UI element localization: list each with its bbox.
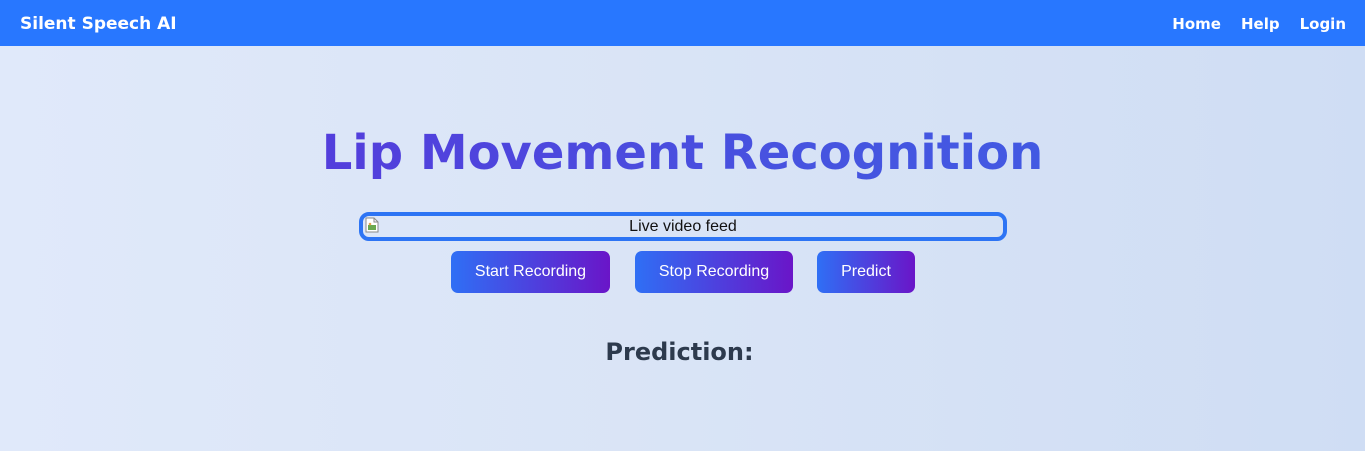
stop-recording-button[interactable]: Stop Recording (635, 251, 793, 293)
nav-link-login[interactable]: Login (1300, 14, 1346, 34)
recording-controls: Start Recording Stop Recording Predict (0, 251, 1365, 293)
nav-link-home[interactable]: Home (1172, 14, 1221, 34)
prediction-label: Prediction: (605, 338, 754, 366)
nav-links: Home Help Login (1172, 14, 1346, 34)
predict-button[interactable]: Predict (817, 251, 915, 293)
brand-name[interactable]: Silent Speech AI (20, 13, 177, 35)
start-recording-button[interactable]: Start Recording (451, 251, 610, 293)
nav-link-help[interactable]: Help (1241, 14, 1280, 34)
navbar: Silent Speech AI Home Help Login (0, 0, 1365, 46)
live-video-feed: Live video feed (359, 212, 1007, 241)
video-feed-alt-text: Live video feed (629, 218, 737, 235)
prediction-output: Prediction: (0, 336, 1365, 368)
page-title: Lip Movement Recognition (0, 124, 1365, 182)
